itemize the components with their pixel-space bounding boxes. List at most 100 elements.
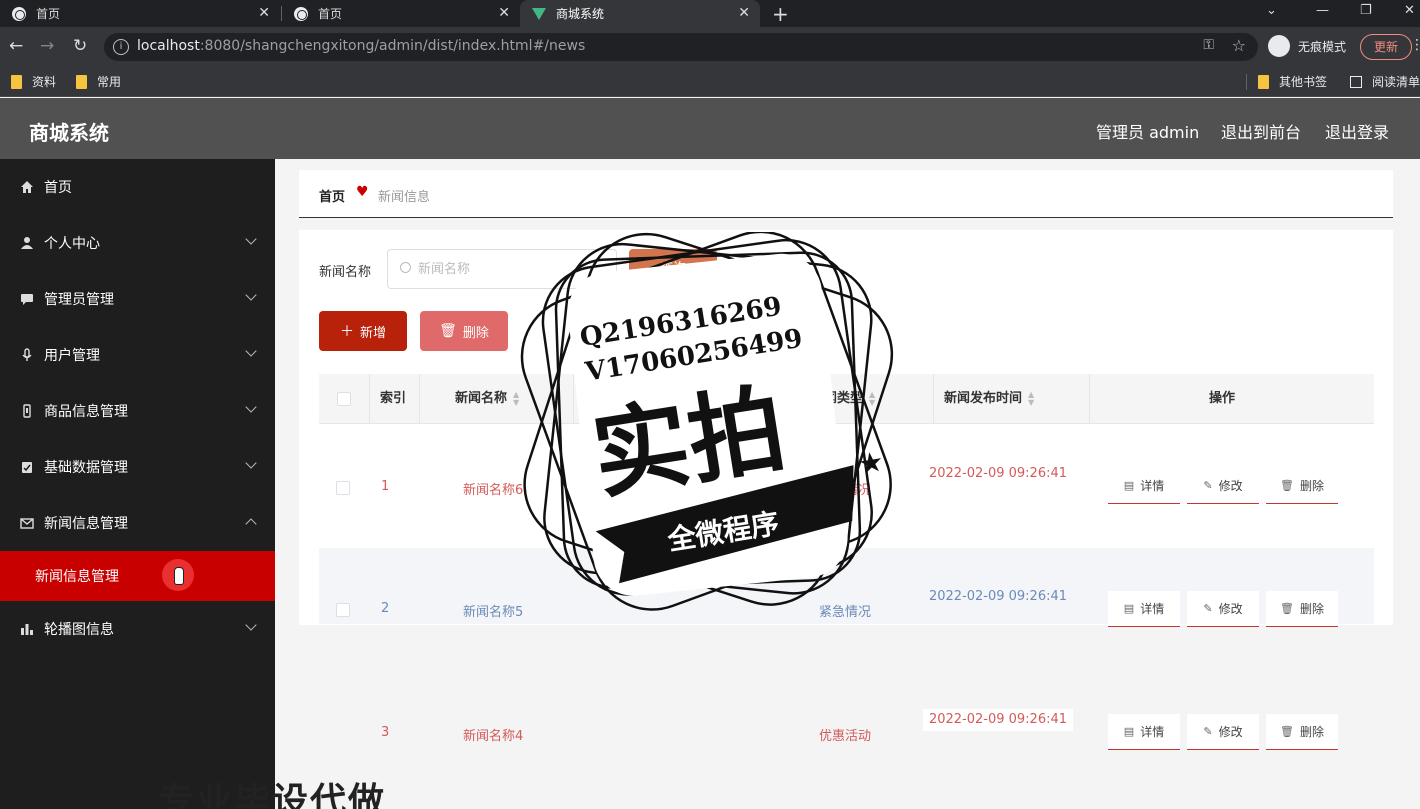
- detail-button[interactable]: ▤ 详情: [1108, 468, 1180, 504]
- close-icon[interactable]: ✕: [258, 5, 270, 21]
- row-index: 1: [381, 479, 390, 494]
- sort-icon[interactable]: ▲ ▼: [1028, 390, 1034, 407]
- sidebar-item-profile[interactable]: 个人中心: [0, 215, 275, 271]
- tab-search-icon[interactable]: ⌄: [1266, 3, 1277, 18]
- chevron-down-icon: [245, 619, 257, 631]
- close-icon[interactable]: ✕: [738, 5, 750, 21]
- url-text: localhost:8080/shangchengxitong/admin/di…: [137, 38, 586, 54]
- row-type: 紧急情况: [819, 483, 872, 498]
- breadcrumb-home[interactable]: 首页: [319, 186, 345, 205]
- heart-icon: ♥: [356, 184, 369, 200]
- row-index: 3: [381, 725, 390, 740]
- table-header: 索引 新闻名称 ▲ ▼ 新闻类型 ▲ ▼ 新闻发布时间 ▲ ▼ 操作: [319, 374, 1374, 424]
- app-header: 商城系统 管理员 admin 退出到前台 退出登录: [0, 98, 1420, 159]
- edit-button[interactable]: ✎ 修改: [1187, 591, 1259, 627]
- sidebar-item-home[interactable]: 首页: [0, 159, 275, 215]
- query-button[interactable]: 查询: [629, 249, 717, 289]
- sidebar: 首页 个人中心 管理员管理 用户管理 商品信息管理 基础数据管理 新闻信息管理 …: [0, 159, 275, 809]
- close-icon[interactable]: ✕: [498, 5, 510, 21]
- row-checkbox[interactable]: [336, 603, 350, 617]
- logout-link[interactable]: 退出登录: [1325, 119, 1389, 143]
- row-name: 新闻名称6: [463, 483, 524, 498]
- back-to-front-link[interactable]: 退出到前台: [1221, 119, 1301, 143]
- home-icon: [20, 180, 34, 194]
- site-info-icon[interactable]: i: [113, 39, 129, 55]
- globe-icon: [294, 6, 308, 21]
- browser-tab-3[interactable]: 商城系统 ✕: [520, 0, 760, 27]
- device-icon: [20, 404, 34, 418]
- plus-icon: ＋: [339, 324, 354, 340]
- browser-toolbar: ← → ↻ i localhost:8080/shangchengxitong/…: [0, 27, 1420, 67]
- reading-list[interactable]: 阅读清单: [1350, 73, 1420, 90]
- sidebar-item-products[interactable]: 商品信息管理: [0, 383, 275, 439]
- delete-button[interactable]: 🗑 删除: [1266, 468, 1338, 504]
- select-all-checkbox[interactable]: [337, 392, 351, 406]
- sidebar-item-basedata[interactable]: 基础数据管理: [0, 439, 275, 495]
- minimize-icon[interactable]: —: [1316, 3, 1329, 18]
- document-icon: ▤: [1123, 602, 1135, 615]
- sidebar-subitem-news-manage[interactable]: 新闻信息管理: [0, 551, 275, 601]
- back-icon[interactable]: ←: [9, 36, 23, 56]
- chevron-down-icon: [245, 401, 257, 413]
- search-label: 新闻名称: [319, 265, 372, 280]
- reload-icon[interactable]: ↻: [73, 36, 87, 56]
- clipboard-icon: [20, 460, 34, 474]
- sidebar-item-carousel[interactable]: 轮播图信息: [0, 601, 275, 657]
- trash-icon: 🗑: [1280, 479, 1294, 492]
- bookmark-folder[interactable]: 常用: [76, 73, 121, 90]
- bookmark-folder[interactable]: 资料: [11, 73, 56, 90]
- edit-button[interactable]: ✎ 修改: [1187, 714, 1259, 750]
- bookmark-folder[interactable]: 其他书签: [1258, 73, 1327, 90]
- search-input[interactable]: [418, 259, 608, 279]
- batch-delete-button[interactable]: 🗑 删除: [420, 311, 508, 351]
- chevron-down-icon: [245, 233, 257, 245]
- restore-icon[interactable]: ❐: [1360, 3, 1372, 18]
- chevron-down-icon: [245, 457, 257, 469]
- address-bar[interactable]: i localhost:8080/shangchengxitong/admin/…: [104, 33, 1258, 61]
- update-button[interactable]: 更新: [1360, 34, 1412, 60]
- document-icon: ▤: [1123, 725, 1135, 738]
- sidebar-item-users[interactable]: 用户管理: [0, 327, 275, 383]
- more-menu-icon[interactable]: ⋮: [1410, 37, 1420, 53]
- column-header-time[interactable]: 新闻发布时间 ▲ ▼: [944, 374, 1034, 424]
- vue-logo-icon: [532, 7, 546, 20]
- chevron-down-icon: [245, 345, 257, 357]
- edit-button[interactable]: ✎ 修改: [1187, 468, 1259, 504]
- browser-tabstrip: 首页 ✕ 首页 ✕ 商城系统 ✕ + ⌄ — ❐ ✕: [0, 0, 1420, 27]
- tab-title: 商城系统: [556, 7, 605, 21]
- breadcrumb: 首页 ♥ 新闻信息: [299, 170, 1393, 218]
- browser-tab-2[interactable]: 首页 ✕: [282, 0, 520, 27]
- table-row: 2 新闻名称5 紧急情况 2022-02-09 09:26:41 ▤ 详情 ✎ 修改…: [319, 548, 1374, 627]
- detail-button[interactable]: ▤ 详情: [1108, 591, 1180, 627]
- reading-list-icon: [1350, 75, 1362, 88]
- delete-button[interactable]: 🗑 删除: [1266, 714, 1338, 750]
- sidebar-item-news[interactable]: 新闻信息管理: [0, 495, 275, 551]
- row-checkbox[interactable]: [336, 481, 350, 495]
- column-header-type[interactable]: 新闻类型 ▲ ▼: [811, 374, 875, 424]
- globe-icon: [12, 6, 26, 21]
- column-header-name[interactable]: 新闻名称 ▲ ▼: [455, 374, 519, 424]
- forward-icon[interactable]: →: [40, 36, 54, 56]
- sort-icon[interactable]: ▲ ▼: [869, 390, 875, 407]
- add-button[interactable]: ＋ 新增: [319, 311, 407, 351]
- bar-chart-icon: [20, 622, 34, 636]
- hand-cursor-icon: [174, 567, 184, 585]
- key-icon[interactable]: ⚿: [1203, 37, 1214, 53]
- detail-button[interactable]: ▤ 详情: [1108, 714, 1180, 750]
- chat-icon: [20, 292, 34, 306]
- search-icon: [400, 262, 411, 273]
- sort-icon[interactable]: ▲ ▼: [513, 390, 519, 407]
- edit-icon: ✎: [1203, 602, 1213, 615]
- window-close-icon[interactable]: ✕: [1404, 3, 1415, 18]
- bookmark-star-icon[interactable]: ☆: [1232, 36, 1246, 55]
- chevron-down-icon: [245, 289, 257, 301]
- delete-button[interactable]: 🗑 删除: [1266, 591, 1338, 627]
- row-type: 紧急情况: [819, 605, 872, 620]
- browser-tab-1[interactable]: 首页 ✕: [0, 0, 280, 27]
- new-tab-icon[interactable]: +: [772, 2, 789, 26]
- app-title: 商城系统: [29, 121, 109, 145]
- incognito-indicator[interactable]: 无痕模式: [1268, 35, 1346, 57]
- sidebar-item-admin[interactable]: 管理员管理: [0, 271, 275, 327]
- search-field[interactable]: [387, 249, 617, 289]
- user-icon: [20, 236, 34, 250]
